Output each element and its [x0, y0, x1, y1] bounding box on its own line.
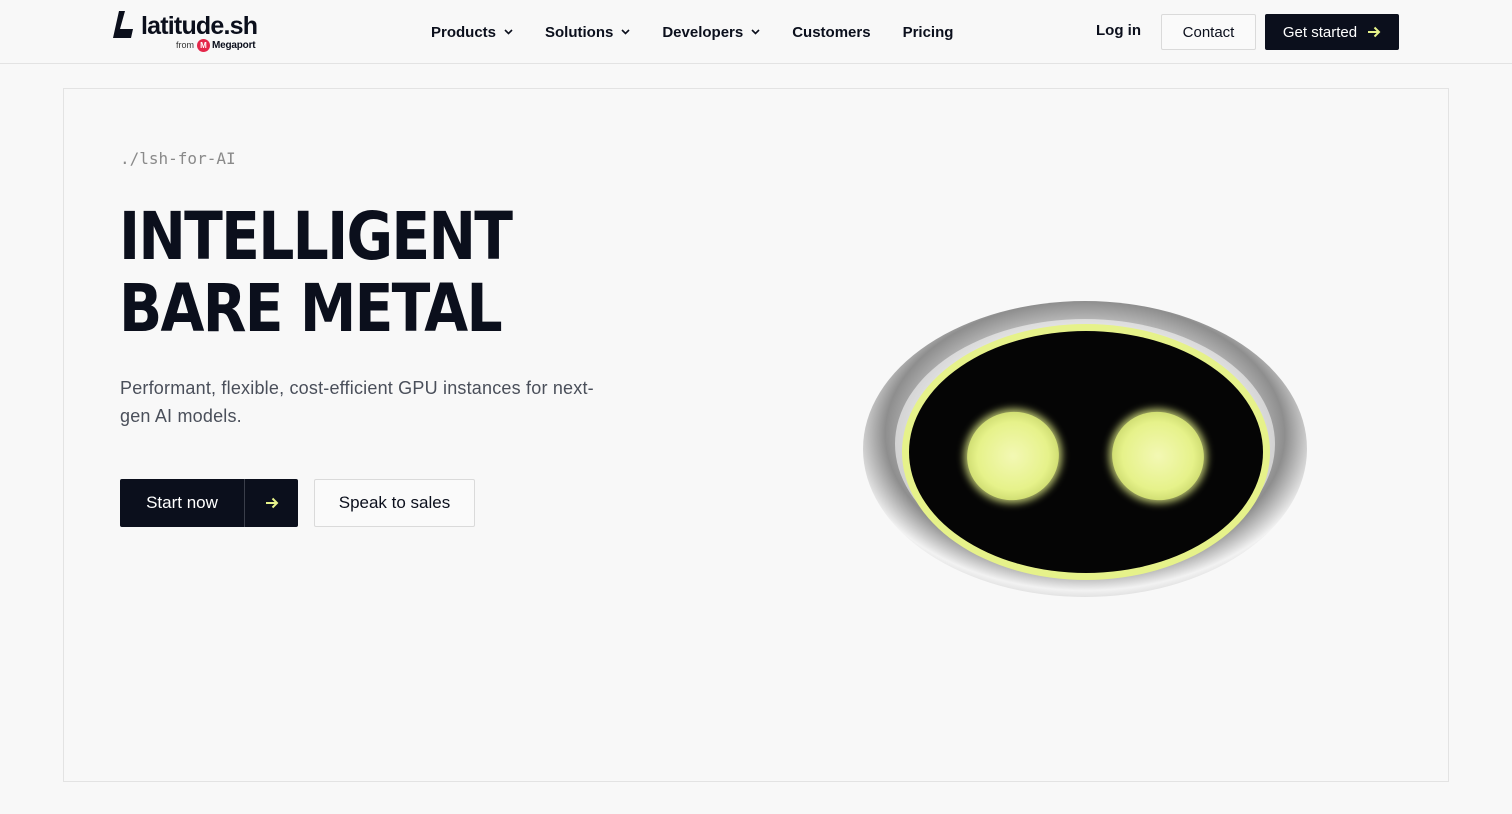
nav-products[interactable]: Products [431, 24, 513, 41]
speak-to-sales-button[interactable]: Speak to sales [314, 479, 475, 527]
headline-line-1: INTELLIGENT [119, 198, 513, 275]
get-started-label: Get started [1282, 23, 1358, 41]
latitude-logo-icon [113, 11, 133, 38]
contact-button[interactable]: Contact [1161, 14, 1256, 50]
hero-headline: INTELLIGENT BARE METAL [119, 201, 601, 345]
hero-subtext: Performant, flexible, cost-efficient GPU… [120, 378, 594, 426]
headline-line-2: BARE METAL [119, 270, 503, 347]
logo-wordmark: latitude.sh [141, 12, 258, 40]
nav-products-label: Products [431, 23, 497, 41]
chevron-down-icon [751, 29, 760, 35]
nav-customers-label: Customers [792, 23, 871, 41]
site-header: latitude.sh from M Megaport Products Sol… [0, 0, 1512, 64]
logo-from-text: from [176, 40, 194, 50]
nav-developers-label: Developers [662, 23, 744, 41]
nav-solutions-label: Solutions [545, 23, 614, 41]
hero-eyebrow: ./lsh-for-AI [120, 149, 236, 168]
nav-pricing[interactable]: Pricing [903, 24, 954, 41]
latitude-logo[interactable]: latitude.sh from M Megaport [113, 10, 263, 54]
main-nav: Products Solutions Developers Customers … [431, 18, 985, 46]
logo-partner-line: from M Megaport [176, 38, 256, 52]
nav-pricing-label: Pricing [902, 23, 954, 41]
start-now-label: Start now [120, 479, 245, 527]
get-started-button[interactable]: Get started [1265, 14, 1399, 50]
start-now-button[interactable]: Start now [120, 479, 298, 527]
nav-solutions[interactable]: Solutions [545, 24, 630, 41]
megaport-icon: M [197, 38, 210, 52]
nav-customers[interactable]: Customers [792, 24, 870, 41]
arrow-right-icon [245, 479, 298, 527]
login-link[interactable]: Log in [1096, 22, 1141, 39]
arrow-right-icon [1367, 26, 1381, 38]
hero-section: ./lsh-for-AI INTELLIGENT BARE METAL Perf… [63, 88, 1449, 782]
robot-face-illustration [863, 301, 1307, 597]
chevron-down-icon [621, 29, 630, 35]
chevron-down-icon [504, 29, 513, 35]
megaport-name: Megaport [212, 39, 256, 51]
nav-developers[interactable]: Developers [662, 24, 760, 41]
